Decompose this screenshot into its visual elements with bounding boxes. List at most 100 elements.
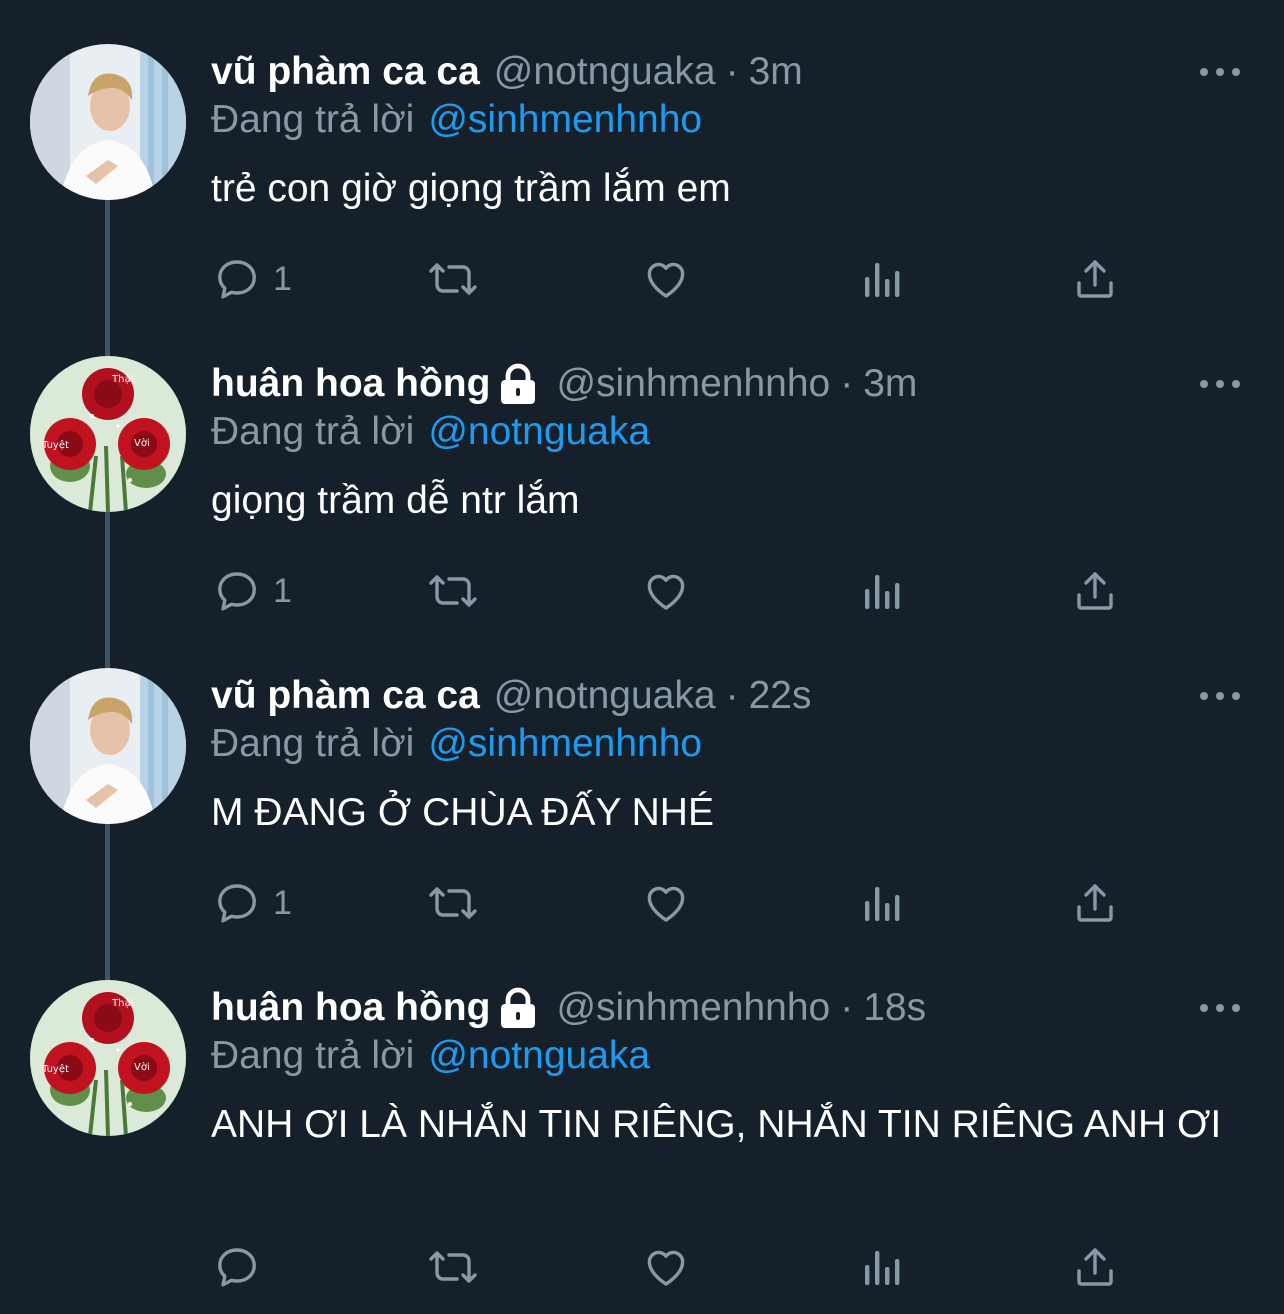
thread-connector-line <box>105 200 110 356</box>
analytics-button[interactable] <box>859 254 903 304</box>
reply-prefix: Đang trả lời <box>211 410 415 453</box>
analytics-icon <box>865 1251 900 1285</box>
reply-prefix: Đang trả lời <box>211 98 415 141</box>
avatar[interactable]: Thật Tuyệt Vời <box>30 356 186 512</box>
avatar[interactable] <box>30 44 186 200</box>
display-name[interactable]: vũ phàm ca ca <box>211 50 480 94</box>
analytics-icon <box>865 575 900 609</box>
reply-icon <box>218 572 256 611</box>
reply-to-handle[interactable]: @sinhmenhnho <box>428 722 702 765</box>
more-icon[interactable] <box>1200 66 1240 78</box>
retweet-button[interactable] <box>425 566 481 616</box>
reply-to-handle[interactable]: @notnguaka <box>428 410 650 453</box>
reply-button[interactable]: 1 <box>213 566 292 616</box>
reply-to-handle[interactable]: @sinhmenhnho <box>428 98 702 141</box>
retweet-button[interactable] <box>425 878 481 928</box>
retweet-button[interactable] <box>425 1242 481 1292</box>
separator: · <box>840 986 854 1029</box>
thread-connector-line <box>105 824 110 980</box>
like-icon <box>647 886 685 922</box>
analytics-button[interactable] <box>859 566 903 616</box>
like-icon <box>647 1250 685 1286</box>
tweet-text: trẻ con giờ giọng trầm lắm em <box>211 167 731 210</box>
thread-connector-line <box>105 512 110 668</box>
timestamp[interactable]: 3m <box>863 362 917 406</box>
avatar-text-voi: Vời <box>134 1061 150 1073</box>
reply-button[interactable]: 1 <box>213 878 292 928</box>
like-icon <box>647 574 685 610</box>
like-icon <box>647 262 685 298</box>
reply-prefix: Đang trả lời <box>211 722 415 765</box>
display-name[interactable]: huân hoa hồng <box>211 362 490 406</box>
tweet[interactable]: vũ phàm ca ca @notnguaka · 3m Đang trả l… <box>0 44 1284 356</box>
avatar-text-that: Thật <box>111 373 135 385</box>
share-button[interactable] <box>1071 1242 1119 1292</box>
handle[interactable]: @sinhmenhnho <box>556 986 830 1030</box>
reply-to-handle[interactable]: @notnguaka <box>428 1034 650 1077</box>
reply-context: Đang trả lời @sinhmenhnho <box>211 98 702 142</box>
handle[interactable]: @notnguaka <box>494 50 716 94</box>
handle[interactable]: @notnguaka <box>494 674 716 718</box>
tweet[interactable]: Thật Tuyệt Vời huân hoa hồng @sinhmenhnh… <box>0 980 1284 1314</box>
tweet-actions <box>211 1242 1131 1292</box>
reply-context: Đang trả lời @notnguaka <box>211 1034 650 1078</box>
reply-context: Đang trả lời @sinhmenhnho <box>211 722 702 766</box>
timestamp[interactable]: 22s <box>749 674 812 718</box>
tweet-text: giọng trầm dễ ntr lắm <box>211 479 580 522</box>
lock-icon <box>496 987 540 1029</box>
reply-prefix: Đang trả lời <box>211 1034 415 1077</box>
reply-count: 1 <box>273 883 292 922</box>
more-icon[interactable] <box>1200 1002 1240 1014</box>
reply-button[interactable]: 1 <box>213 254 292 304</box>
retweet-icon <box>429 1251 477 1283</box>
retweet-icon <box>429 887 477 919</box>
share-button[interactable] <box>1071 254 1119 304</box>
avatar-text-that: Thật <box>111 997 135 1009</box>
analytics-icon <box>865 887 900 921</box>
retweet-icon <box>429 263 477 295</box>
separator: · <box>725 50 739 93</box>
conversation-thread: vũ phàm ca ca @notnguaka · 3m Đang trả l… <box>0 0 1284 1314</box>
display-name[interactable]: vũ phàm ca ca <box>211 674 480 718</box>
more-icon[interactable] <box>1200 690 1240 702</box>
like-button[interactable] <box>641 1242 691 1292</box>
tweet-text: M ĐANG Ở CHÙA ĐẤY NHÉ <box>211 791 714 834</box>
reply-icon <box>218 884 256 923</box>
reply-button[interactable] <box>213 1242 273 1292</box>
share-button[interactable] <box>1071 566 1119 616</box>
like-button[interactable] <box>641 566 691 616</box>
tweet-text: ANH ƠI LÀ NHẮN TIN RIÊNG, NHẮN TIN RIÊNG… <box>211 1103 1222 1146</box>
share-icon <box>1077 260 1113 298</box>
retweet-button[interactable] <box>425 254 481 304</box>
reply-context: Đang trả lời @notnguaka <box>211 410 650 454</box>
share-icon <box>1077 1248 1113 1286</box>
timestamp[interactable]: 18s <box>863 986 926 1030</box>
avatar[interactable]: Thật Tuyệt Vời <box>30 980 186 1136</box>
analytics-button[interactable] <box>859 1242 903 1292</box>
tweet-actions: 1 <box>211 254 1131 304</box>
share-icon <box>1077 884 1113 922</box>
share-icon <box>1077 572 1113 610</box>
avatar-text-tuyet: Tuyệt <box>41 1063 69 1075</box>
lock-icon <box>496 363 540 405</box>
like-button[interactable] <box>641 878 691 928</box>
reply-icon <box>218 260 256 299</box>
avatar-text-voi: Vời <box>134 437 150 449</box>
reply-icon <box>218 1248 256 1287</box>
timestamp[interactable]: 3m <box>749 50 803 94</box>
tweet-actions: 1 <box>211 566 1131 616</box>
separator: · <box>840 362 854 405</box>
tweet-header: huân hoa hồng @sinhmenhnho · 18s <box>211 982 926 1034</box>
avatar-text-tuyet: Tuyệt <box>41 439 69 451</box>
handle[interactable]: @sinhmenhnho <box>556 362 830 406</box>
share-button[interactable] <box>1071 878 1119 928</box>
like-button[interactable] <box>641 254 691 304</box>
tweet[interactable]: vũ phàm ca ca @notnguaka · 22s Đang trả … <box>0 668 1284 980</box>
analytics-button[interactable] <box>859 878 903 928</box>
tweet-header: vũ phàm ca ca @notnguaka · 3m <box>211 46 803 98</box>
more-icon[interactable] <box>1200 378 1240 390</box>
display-name[interactable]: huân hoa hồng <box>211 986 490 1030</box>
avatar[interactable] <box>30 668 186 824</box>
retweet-icon <box>429 575 477 607</box>
tweet[interactable]: Thật Tuyệt Vời huân hoa hồng @sinhmenhnh… <box>0 356 1284 668</box>
